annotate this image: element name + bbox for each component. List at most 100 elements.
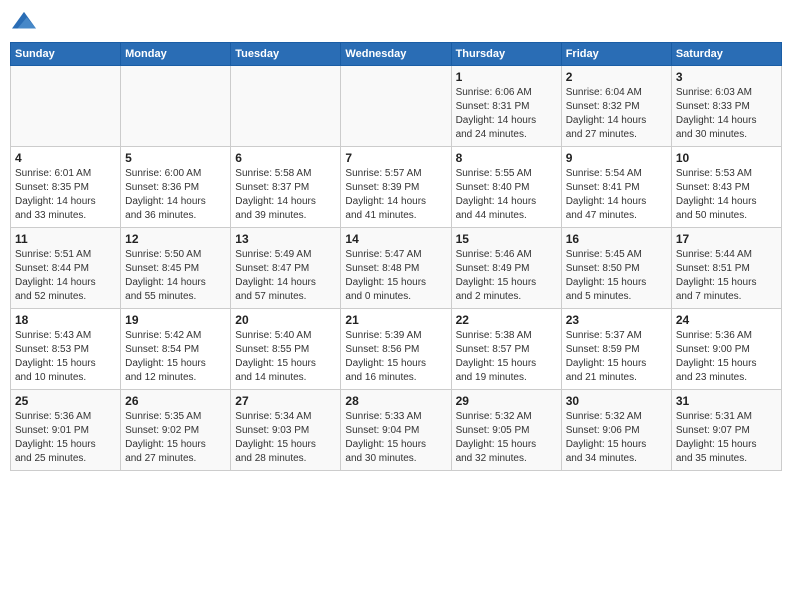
day-number: 9 [566,151,667,165]
day-number: 10 [676,151,777,165]
calendar-cell: 16 Sunrise: 5:45 AM Sunset: 8:50 PM Dayli… [561,228,671,309]
day-number: 6 [235,151,336,165]
calendar-cell: 9Sunrise: 5:54 AM Sunset: 8:41 PM Daylig… [561,147,671,228]
calendar-cell: 19Sunrise: 5:42 AM Sunset: 8:54 PM Dayli… [121,309,231,390]
day-info: Sunrise: 6:00 AM Sunset: 8:36 PM Dayligh… [125,167,226,223]
column-header-sunday: Sunday [11,43,121,66]
column-header-tuesday: Tuesday [231,43,341,66]
calendar-cell [231,66,341,147]
calendar-table: SundayMondayTuesdayWednesdayThursdayFrid… [10,42,782,471]
day-number: 25 [15,394,116,408]
calendar-cell: 21 Sunrise: 5:39 AM Sunset: 8:56 PM Dayli… [341,309,451,390]
day-info: Sunrise: 5:42 AM Sunset: 8:54 PM Dayligh… [125,329,226,385]
day-info: Sunrise: 5:43 AM Sunset: 8:53 PM Dayligh… [15,329,116,385]
calendar-cell: 24 Sunrise: 5:36 AM Sunset: 9:00 PM Dayli… [671,309,781,390]
logo-icon [10,10,38,34]
week-row-5: 25 Sunrise: 5:36 AM Sunset: 9:01 PM Dayli… [11,390,782,471]
day-number: 17 [676,232,777,246]
calendar-cell: 18 Sunrise: 5:43 AM Sunset: 8:53 PM Dayli… [11,309,121,390]
day-number: 27 [235,394,336,408]
day-info: Sunrise: 5:57 AM Sunset: 8:39 PM Dayligh… [345,167,446,223]
day-number: 16 [566,232,667,246]
day-number: 28 [345,394,446,408]
day-number: 1 [456,70,557,84]
calendar-cell: 29 Sunrise: 5:32 AM Sunset: 9:05 PM Dayli… [451,390,561,471]
week-row-1: 1 Sunrise: 6:06 AM Sunset: 8:31 PM Daylig… [11,66,782,147]
day-info: Sunrise: 6:04 AM Sunset: 8:32 PM Dayligh… [566,86,667,142]
day-number: 8 [456,151,557,165]
calendar-cell: 31 Sunrise: 5:31 AM Sunset: 9:07 PM Dayli… [671,390,781,471]
calendar-cell: 10 Sunrise: 5:53 AM Sunset: 8:43 PM Dayli… [671,147,781,228]
calendar-cell: 1 Sunrise: 6:06 AM Sunset: 8:31 PM Daylig… [451,66,561,147]
calendar-cell: 14 Sunrise: 5:47 AM Sunset: 8:48 PM Dayli… [341,228,451,309]
week-row-2: 4 Sunrise: 6:01 AM Sunset: 8:35 PM Daylig… [11,147,782,228]
day-info: Sunrise: 5:58 AM Sunset: 8:37 PM Dayligh… [235,167,336,223]
day-number: 2 [566,70,667,84]
day-info: Sunrise: 6:06 AM Sunset: 8:31 PM Dayligh… [456,86,557,142]
day-info: Sunrise: 5:47 AM Sunset: 8:48 PM Dayligh… [345,248,446,304]
day-info: Sunrise: 5:36 AM Sunset: 9:01 PM Dayligh… [15,410,116,466]
day-info: Sunrise: 5:45 AM Sunset: 8:50 PM Dayligh… [566,248,667,304]
day-number: 22 [456,313,557,327]
day-info: Sunrise: 6:03 AM Sunset: 8:33 PM Dayligh… [676,86,777,142]
calendar-cell: 4 Sunrise: 6:01 AM Sunset: 8:35 PM Daylig… [11,147,121,228]
day-info: Sunrise: 5:40 AM Sunset: 8:55 PM Dayligh… [235,329,336,385]
day-info: Sunrise: 5:36 AM Sunset: 9:00 PM Dayligh… [676,329,777,385]
calendar-cell: 28 Sunrise: 5:33 AM Sunset: 9:04 PM Dayli… [341,390,451,471]
calendar-cell: 15Sunrise: 5:46 AM Sunset: 8:49 PM Dayli… [451,228,561,309]
calendar-cell: 2 Sunrise: 6:04 AM Sunset: 8:32 PM Daylig… [561,66,671,147]
day-info: Sunrise: 5:37 AM Sunset: 8:59 PM Dayligh… [566,329,667,385]
day-info: Sunrise: 5:55 AM Sunset: 8:40 PM Dayligh… [456,167,557,223]
column-header-friday: Friday [561,43,671,66]
calendar-cell: 5 Sunrise: 6:00 AM Sunset: 8:36 PM Daylig… [121,147,231,228]
day-info: Sunrise: 5:33 AM Sunset: 9:04 PM Dayligh… [345,410,446,466]
header-row: SundayMondayTuesdayWednesdayThursdayFrid… [11,43,782,66]
calendar-cell: 3 Sunrise: 6:03 AM Sunset: 8:33 PM Daylig… [671,66,781,147]
day-number: 29 [456,394,557,408]
day-number: 30 [566,394,667,408]
calendar-cell: 27 Sunrise: 5:34 AM Sunset: 9:03 PM Dayli… [231,390,341,471]
column-header-thursday: Thursday [451,43,561,66]
day-number: 11 [15,232,116,246]
day-number: 12 [125,232,226,246]
day-number: 14 [345,232,446,246]
calendar-cell: 30 Sunrise: 5:32 AM Sunset: 9:06 PM Dayli… [561,390,671,471]
calendar-cell: 12 Sunrise: 5:50 AM Sunset: 8:45 PM Dayli… [121,228,231,309]
day-number: 18 [15,313,116,327]
calendar-cell: 11 Sunrise: 5:51 AM Sunset: 8:44 PM Dayli… [11,228,121,309]
day-number: 3 [676,70,777,84]
calendar-cell [341,66,451,147]
day-number: 31 [676,394,777,408]
day-info: Sunrise: 5:32 AM Sunset: 9:06 PM Dayligh… [566,410,667,466]
calendar-cell: 7 Sunrise: 5:57 AM Sunset: 8:39 PM Daylig… [341,147,451,228]
day-number: 4 [15,151,116,165]
calendar-cell [121,66,231,147]
column-header-saturday: Saturday [671,43,781,66]
day-number: 5 [125,151,226,165]
calendar-cell [11,66,121,147]
day-info: Sunrise: 5:50 AM Sunset: 8:45 PM Dayligh… [125,248,226,304]
calendar-cell: 13Sunrise: 5:49 AM Sunset: 8:47 PM Dayli… [231,228,341,309]
page-header [10,10,782,34]
day-number: 13 [235,232,336,246]
day-number: 26 [125,394,226,408]
day-info: Sunrise: 5:34 AM Sunset: 9:03 PM Dayligh… [235,410,336,466]
day-info: Sunrise: 5:53 AM Sunset: 8:43 PM Dayligh… [676,167,777,223]
calendar-cell: 22 Sunrise: 5:38 AM Sunset: 8:57 PM Dayli… [451,309,561,390]
day-number: 21 [345,313,446,327]
day-info: Sunrise: 6:01 AM Sunset: 8:35 PM Dayligh… [15,167,116,223]
day-info: Sunrise: 5:38 AM Sunset: 8:57 PM Dayligh… [456,329,557,385]
day-number: 24 [676,313,777,327]
calendar-cell: 25 Sunrise: 5:36 AM Sunset: 9:01 PM Dayli… [11,390,121,471]
calendar-cell: 8 Sunrise: 5:55 AM Sunset: 8:40 PM Daylig… [451,147,561,228]
day-info: Sunrise: 5:46 AM Sunset: 8:49 PM Dayligh… [456,248,557,304]
calendar-cell: 23Sunrise: 5:37 AM Sunset: 8:59 PM Dayli… [561,309,671,390]
day-number: 7 [345,151,446,165]
day-number: 20 [235,313,336,327]
day-info: Sunrise: 5:39 AM Sunset: 8:56 PM Dayligh… [345,329,446,385]
day-info: Sunrise: 5:51 AM Sunset: 8:44 PM Dayligh… [15,248,116,304]
day-info: Sunrise: 5:32 AM Sunset: 9:05 PM Dayligh… [456,410,557,466]
calendar-cell: 20 Sunrise: 5:40 AM Sunset: 8:55 PM Dayli… [231,309,341,390]
day-info: Sunrise: 5:31 AM Sunset: 9:07 PM Dayligh… [676,410,777,466]
day-info: Sunrise: 5:44 AM Sunset: 8:51 PM Dayligh… [676,248,777,304]
